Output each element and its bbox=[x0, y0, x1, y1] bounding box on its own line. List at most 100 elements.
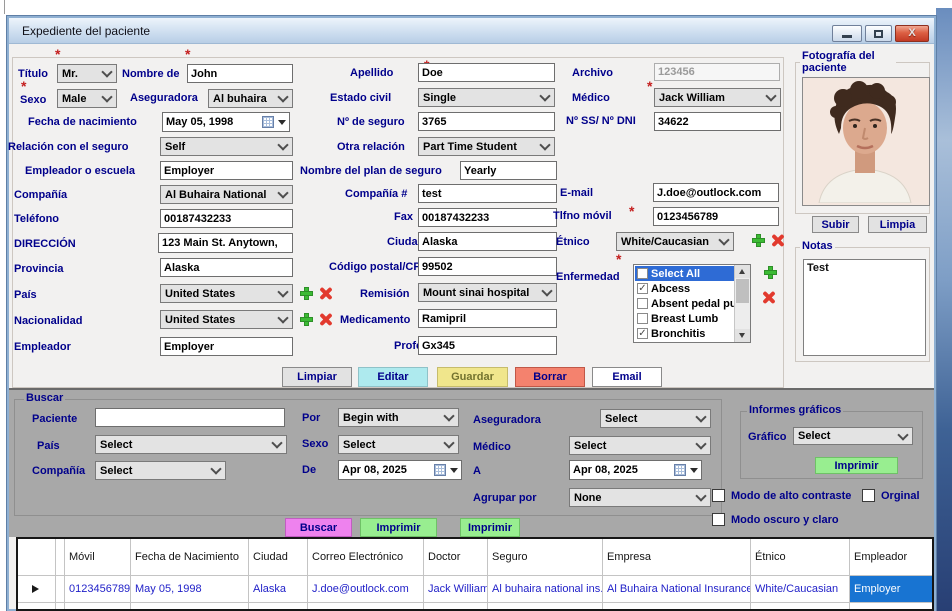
pais-delete-icon[interactable] bbox=[319, 287, 332, 300]
minimize-button[interactable] bbox=[832, 25, 862, 42]
grid-cell[interactable] bbox=[488, 603, 603, 611]
notas-textarea[interactable]: Test bbox=[803, 259, 926, 356]
enfermedad-item[interactable]: Breast Lumb bbox=[635, 311, 734, 326]
results-grid[interactable]: MóvilFecha de NacimientoCiudadCorreo Ele… bbox=[16, 537, 934, 611]
grid-cell[interactable] bbox=[850, 603, 933, 611]
grid-cell[interactable] bbox=[308, 603, 424, 611]
buscar-de-datepicker[interactable]: Apr 08, 2025 bbox=[338, 460, 462, 480]
informes-imprimir-button[interactable]: Imprimir bbox=[815, 457, 898, 474]
enfermedad-add-icon[interactable] bbox=[764, 266, 777, 279]
agrupar-por-select[interactable]: None bbox=[569, 488, 711, 507]
provincia-input[interactable]: Alaska bbox=[160, 258, 293, 277]
nss-dni-input[interactable]: 34622 bbox=[654, 112, 781, 131]
guardar-button[interactable]: Guardar bbox=[437, 367, 508, 387]
grid-corner-cell[interactable] bbox=[56, 539, 65, 575]
titulo-select[interactable]: Mr. bbox=[57, 64, 117, 83]
otra-relacion-select[interactable]: Part Time Student bbox=[418, 137, 555, 156]
editar-button[interactable]: Editar bbox=[358, 367, 428, 387]
fax-input[interactable]: 00187432233 bbox=[418, 208, 557, 227]
pais-add-icon[interactable] bbox=[300, 287, 313, 300]
buscar-button[interactable]: Buscar bbox=[285, 518, 352, 537]
orginal-checkbox[interactable] bbox=[862, 489, 875, 502]
buscar-paciente-input[interactable] bbox=[95, 408, 285, 427]
nombre-input[interactable]: John bbox=[187, 64, 293, 83]
plan-seguro-input[interactable]: Yearly bbox=[460, 161, 557, 180]
enfermedad-delete-icon[interactable] bbox=[762, 291, 775, 304]
checkbox-icon[interactable] bbox=[637, 268, 648, 279]
grid-header-cell[interactable]: Móvil bbox=[65, 539, 131, 575]
checkbox-icon[interactable] bbox=[637, 313, 648, 324]
medico-select[interactable]: Jack William bbox=[654, 88, 781, 107]
grid-cell[interactable]: Alaska bbox=[249, 576, 308, 602]
buscar-pais-select[interactable]: Select bbox=[95, 435, 287, 454]
enfermedad-item[interactable]: ✓Abcess bbox=[635, 281, 734, 296]
checkbox-icon[interactable] bbox=[637, 298, 648, 309]
grid-header-cell[interactable]: Empresa bbox=[603, 539, 751, 575]
grafico-select[interactable]: Select bbox=[793, 427, 913, 445]
nacionalidad-select[interactable]: United States bbox=[160, 310, 293, 329]
grid-header-cell[interactable]: Doctor bbox=[424, 539, 488, 575]
email-input[interactable]: J.doe@outlock.com bbox=[653, 183, 779, 202]
etnico-add-icon[interactable] bbox=[752, 234, 765, 247]
buscar-aseguradora-select[interactable]: Select bbox=[600, 409, 711, 428]
profesion-input[interactable]: Gx345 bbox=[418, 336, 557, 355]
compania-num-input[interactable]: test bbox=[418, 184, 557, 203]
grid-cell[interactable] bbox=[65, 603, 131, 611]
direccion-input[interactable]: 123 Main St. Anytown, bbox=[158, 233, 293, 253]
alto-contraste-checkbox[interactable] bbox=[712, 489, 725, 502]
remision-select[interactable]: Mount sinai hospital bbox=[418, 283, 557, 302]
num-seguro-input[interactable]: 3765 bbox=[418, 112, 555, 131]
checkbox-icon[interactable]: ✓ bbox=[637, 283, 648, 294]
estado-civil-select[interactable]: Single bbox=[418, 88, 555, 107]
grid-cell[interactable]: White/Caucasian bbox=[751, 576, 850, 602]
grid-cell[interactable] bbox=[249, 603, 308, 611]
scroll-up-icon[interactable] bbox=[735, 265, 750, 278]
medicamento-input[interactable]: Ramipril bbox=[418, 309, 557, 328]
grid-header-cell[interactable]: Étnico bbox=[751, 539, 850, 575]
tlfno-movil-input[interactable]: 0123456789 bbox=[653, 207, 779, 226]
empleador-input[interactable]: Employer bbox=[160, 337, 293, 356]
compania-select[interactable]: Al Buhaira National bbox=[160, 185, 293, 204]
imprimir-button-2[interactable]: Imprimir bbox=[460, 518, 520, 537]
apellido-input[interactable]: Doe bbox=[418, 63, 555, 82]
grid-cell[interactable]: Al buhaira national ins. bbox=[488, 576, 603, 602]
grid-cell[interactable] bbox=[424, 603, 488, 611]
grid-header-cell[interactable]: Fecha de Nacimiento bbox=[131, 539, 249, 575]
row-marker-cell[interactable] bbox=[18, 576, 56, 602]
close-button[interactable]: X bbox=[895, 25, 929, 42]
grid-cell[interactable]: Al Buhaira National Insurance bbox=[603, 576, 751, 602]
grid-cell[interactable] bbox=[751, 603, 850, 611]
buscar-compania-select[interactable]: Select bbox=[95, 461, 226, 480]
email-button[interactable]: Email bbox=[592, 367, 662, 387]
buscar-por-select[interactable]: Begin with bbox=[338, 408, 459, 427]
relacion-seguro-select[interactable]: Self bbox=[160, 137, 293, 156]
limpia-button[interactable]: Limpia bbox=[868, 216, 927, 233]
empleador-escuela-input[interactable]: Employer bbox=[160, 161, 293, 180]
nacionalidad-add-icon[interactable] bbox=[300, 313, 313, 326]
maximize-button[interactable] bbox=[865, 25, 892, 42]
buscar-sexo-select[interactable]: Select bbox=[338, 435, 459, 454]
grid-cell[interactable] bbox=[603, 603, 751, 611]
checkbox-icon[interactable]: ✓ bbox=[637, 328, 648, 339]
aseguradora-select[interactable]: Al buhaira bbox=[208, 89, 293, 108]
titlebar[interactable]: Expediente del paciente bbox=[9, 18, 934, 44]
grid-cell[interactable]: May 05, 1998 bbox=[131, 576, 249, 602]
codigo-postal-input[interactable]: 99502 bbox=[418, 257, 557, 276]
telefono-input[interactable]: 00187432233 bbox=[160, 209, 293, 228]
grid-cell[interactable] bbox=[56, 576, 65, 602]
listbox-scrollbar[interactable] bbox=[734, 265, 750, 342]
limpiar-button[interactable]: Limpiar bbox=[282, 367, 352, 387]
grid-cell[interactable]: J.doe@outlock.com bbox=[308, 576, 424, 602]
buscar-medico-select[interactable]: Select bbox=[569, 436, 711, 455]
nacionalidad-delete-icon[interactable] bbox=[319, 313, 332, 326]
grid-cell[interactable]: 0123456789 bbox=[65, 576, 131, 602]
grid-corner-cell[interactable] bbox=[18, 539, 56, 575]
grid-cell[interactable] bbox=[131, 603, 249, 611]
grid-header-cell[interactable]: Correo Electrónico bbox=[308, 539, 424, 575]
ciudad-input[interactable]: Alaska bbox=[418, 232, 557, 251]
grid-header-cell[interactable]: Ciudad bbox=[249, 539, 308, 575]
grid-cell[interactable]: Jack William bbox=[424, 576, 488, 602]
enfermedad-item[interactable]: Absent pedal pu bbox=[635, 296, 734, 311]
fecha-nacimiento-datepicker[interactable]: May 05, 1998 bbox=[162, 112, 290, 132]
imprimir-button-1[interactable]: Imprimir bbox=[360, 518, 437, 537]
